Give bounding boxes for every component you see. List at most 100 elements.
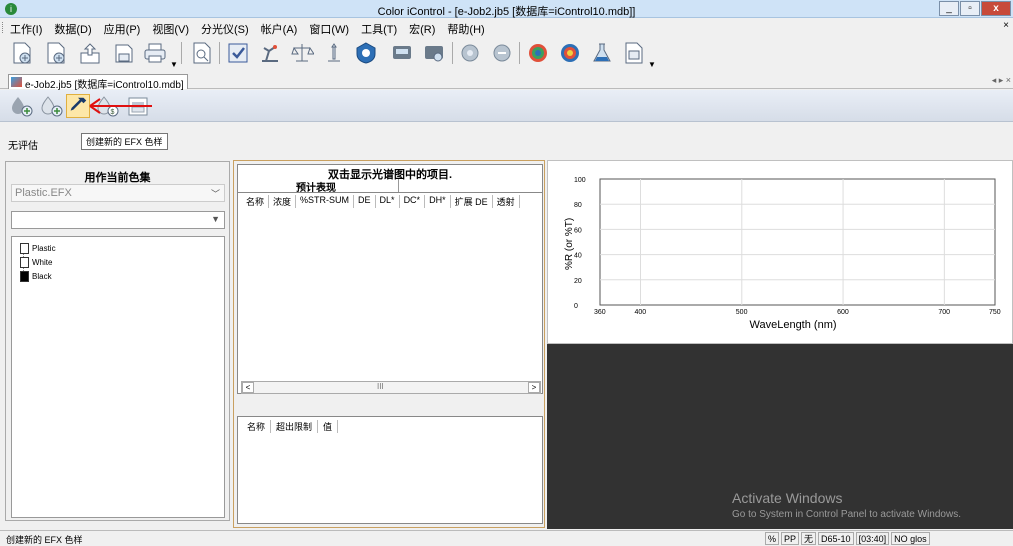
- filter-select[interactable]: ▼: [11, 211, 225, 229]
- print-icon[interactable]: [143, 41, 167, 65]
- color-swatch: [20, 256, 29, 268]
- y-tick-label: 100: [574, 177, 586, 184]
- status-cell: PP: [781, 532, 800, 545]
- watermark-subtitle: Go to System in Control Panel to activat…: [732, 509, 961, 520]
- add-drop-icon[interactable]: [40, 94, 64, 118]
- limits-grid: 名称 超出限制值: [237, 416, 543, 524]
- menu-item[interactable]: 帐户(A): [261, 21, 298, 37]
- toolbar-separator: [181, 42, 182, 64]
- spectro-measure-icon[interactable]: [490, 41, 514, 65]
- checklist-icon[interactable]: [226, 41, 250, 65]
- print-dropdown-icon[interactable]: ▼: [170, 60, 178, 69]
- balance-icon[interactable]: [290, 41, 315, 65]
- y-tick-label: 40: [574, 253, 582, 260]
- window-controls: _ ▫ x: [939, 1, 1011, 16]
- color-wheel-icon[interactable]: [526, 41, 550, 65]
- menu-item[interactable]: 宏(R): [409, 21, 435, 37]
- grid-columns: 名称 浓度 %STR-SUM DE DL* DC* DH* 扩展 DE 透射: [242, 195, 520, 208]
- y-tick-label: 80: [574, 202, 582, 209]
- close-button[interactable]: x: [981, 1, 1011, 16]
- tooltip: 创建新的 EFX 色样: [81, 133, 168, 150]
- document-tab[interactable]: e-Job2.jb5 [数据库=iControl10.mdb]: [8, 74, 188, 91]
- menu-item[interactable]: 数据(D): [54, 21, 91, 37]
- eyedropper-icon[interactable]: [66, 94, 90, 118]
- open-document-icon[interactable]: [44, 41, 68, 65]
- add-colorant-icon[interactable]: [10, 94, 34, 118]
- horizontal-scrollbar[interactable]: < III >: [241, 381, 541, 394]
- preview-icon[interactable]: [190, 41, 214, 65]
- flask-icon[interactable]: [590, 41, 614, 65]
- colorset-select[interactable]: Plastic.EFX ﹀: [11, 184, 225, 202]
- colorset-header: 用作当前色集: [84, 172, 151, 184]
- save-icon[interactable]: [112, 41, 136, 65]
- column-header[interactable]: 透射: [493, 195, 520, 208]
- column-header[interactable]: DH*: [425, 195, 451, 208]
- weigh-icon[interactable]: [322, 41, 346, 65]
- toolbar-separator: [452, 42, 453, 64]
- menu-grip: [2, 22, 4, 33]
- report-dropdown-icon[interactable]: ▼: [648, 60, 656, 69]
- colorant-tree: Plastic White Black: [11, 236, 225, 518]
- report-icon[interactable]: [622, 41, 646, 65]
- tree-item[interactable]: Plastic: [20, 242, 56, 254]
- menu-item[interactable]: 分光仪(S): [201, 21, 249, 37]
- menu-item[interactable]: 应用(P): [104, 21, 141, 37]
- upload-icon[interactable]: [78, 41, 102, 65]
- tree-item[interactable]: Black: [20, 270, 52, 282]
- column-header[interactable]: DC*: [400, 195, 426, 208]
- prediction-panel: 双击显示光谱图中的项目. 预计表现 名称 浓度 %STR-SUM DE DL* DC* DH…: [233, 160, 545, 528]
- evaluation-status: 无评估: [8, 141, 38, 152]
- menu-close-icon[interactable]: ×: [1003, 20, 1009, 31]
- x-tick-label: 500: [736, 309, 748, 316]
- menu-item[interactable]: 帮助(H): [447, 21, 484, 37]
- color-swatch: [20, 270, 29, 282]
- column-header[interactable]: 名称: [242, 420, 272, 433]
- shield-icon[interactable]: [354, 41, 378, 65]
- menu-items: 工作(I) 数据(D) 应用(P) 视图(V) 分光仪(S) 帐户(A) 窗口(W) 工具(T…: [10, 21, 485, 37]
- column-header[interactable]: 超出限制: [271, 420, 319, 433]
- scroll-left-button[interactable]: <: [242, 382, 254, 393]
- efx-toolbar: $: [0, 90, 1013, 122]
- x-axis-label: WaveLength (nm): [750, 319, 837, 331]
- restore-button[interactable]: ▫: [960, 1, 980, 16]
- new-document-icon[interactable]: [10, 41, 34, 65]
- activation-watermark: Activate Windows Go to System in Control…: [732, 490, 961, 520]
- column-header[interactable]: 名称: [242, 195, 270, 208]
- color-wheel-alt-icon[interactable]: [558, 41, 582, 65]
- document-icon: [11, 77, 22, 87]
- colorset-value: Plastic.EFX: [15, 187, 72, 199]
- dispenser-icon[interactable]: [390, 41, 414, 65]
- minimize-button[interactable]: _: [939, 1, 959, 16]
- menu-bar: 工作(I) 数据(D) 应用(P) 视图(V) 分光仪(S) 帐户(A) 窗口(W) 工具(T…: [0, 19, 1013, 37]
- tree-item[interactable]: White: [20, 256, 52, 268]
- preview-panel: Activate Windows Go to System in Control…: [547, 344, 1013, 529]
- menu-item[interactable]: 窗口(W): [309, 21, 349, 37]
- robot-icon[interactable]: [258, 41, 282, 65]
- column-header[interactable]: DE: [354, 195, 376, 208]
- title-bar: i Color iControl - [e-Job2.jb5 [数据库=iCon…: [0, 0, 1013, 18]
- status-bar: 创建新的 EFX 色样 % PP 无 D65-10 [03:40] NO glos: [0, 530, 1013, 545]
- menu-item[interactable]: 工具(T): [361, 21, 397, 37]
- evaluation-row: 无评估 创建新的 EFX 色样: [0, 123, 1013, 155]
- menu-item[interactable]: 工作(I): [10, 21, 42, 37]
- column-header[interactable]: 浓度: [269, 195, 297, 208]
- watermark-title: Activate Windows: [732, 490, 843, 506]
- chevron-down-icon: ﹀: [210, 189, 220, 199]
- column-header[interactable]: 扩展 DE: [451, 195, 493, 208]
- grid-rule: [238, 192, 542, 193]
- scroll-thumb[interactable]: III: [377, 382, 384, 391]
- toolbar-separator: [519, 42, 520, 64]
- y-axis-label: %R (or %T): [564, 218, 575, 270]
- column-header[interactable]: DL*: [376, 195, 400, 208]
- tab-navigation[interactable]: ◂ ▸ ×: [992, 75, 1011, 86]
- prediction-grid: 双击显示光谱图中的项目. 预计表现 名称 浓度 %STR-SUM DE DL* DC* DH…: [237, 164, 543, 394]
- dispenser-check-icon[interactable]: [422, 41, 446, 65]
- scroll-right-button[interactable]: >: [528, 382, 540, 393]
- toolbar-separator: [219, 42, 220, 64]
- column-header[interactable]: %STR-SUM: [296, 195, 355, 208]
- tree-item-label: Plastic: [32, 243, 56, 253]
- column-header[interactable]: 值: [318, 420, 339, 433]
- spectro-icon[interactable]: [458, 41, 482, 65]
- main-toolbar: ▼ ▼: [0, 36, 1013, 72]
- menu-item[interactable]: 视图(V): [152, 21, 189, 37]
